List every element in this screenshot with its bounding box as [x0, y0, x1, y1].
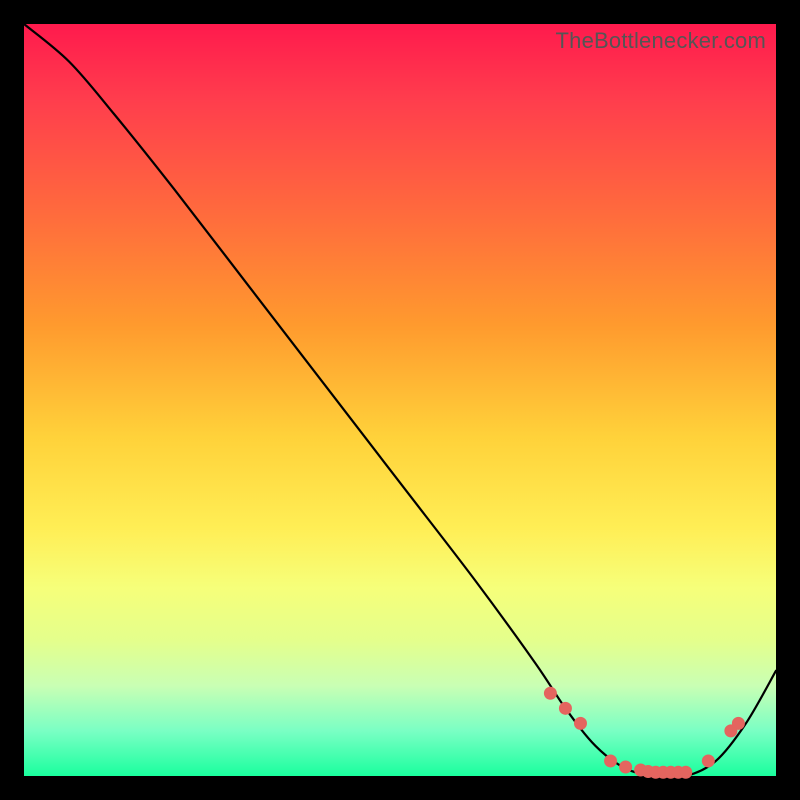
highlight-dot — [544, 687, 556, 699]
bottleneck-curve — [24, 24, 776, 777]
highlight-dot — [559, 702, 571, 714]
curve-layer — [24, 24, 776, 776]
highlight-dot — [574, 717, 586, 729]
highlight-dots-group — [544, 687, 744, 778]
highlight-dot — [620, 761, 632, 773]
highlight-dot — [680, 766, 692, 778]
highlight-dot — [605, 755, 617, 767]
plot-area: TheBottlenecker.com — [24, 24, 776, 776]
highlight-dot — [732, 717, 744, 729]
chart-frame: TheBottlenecker.com — [0, 0, 800, 800]
highlight-dot — [702, 755, 714, 767]
